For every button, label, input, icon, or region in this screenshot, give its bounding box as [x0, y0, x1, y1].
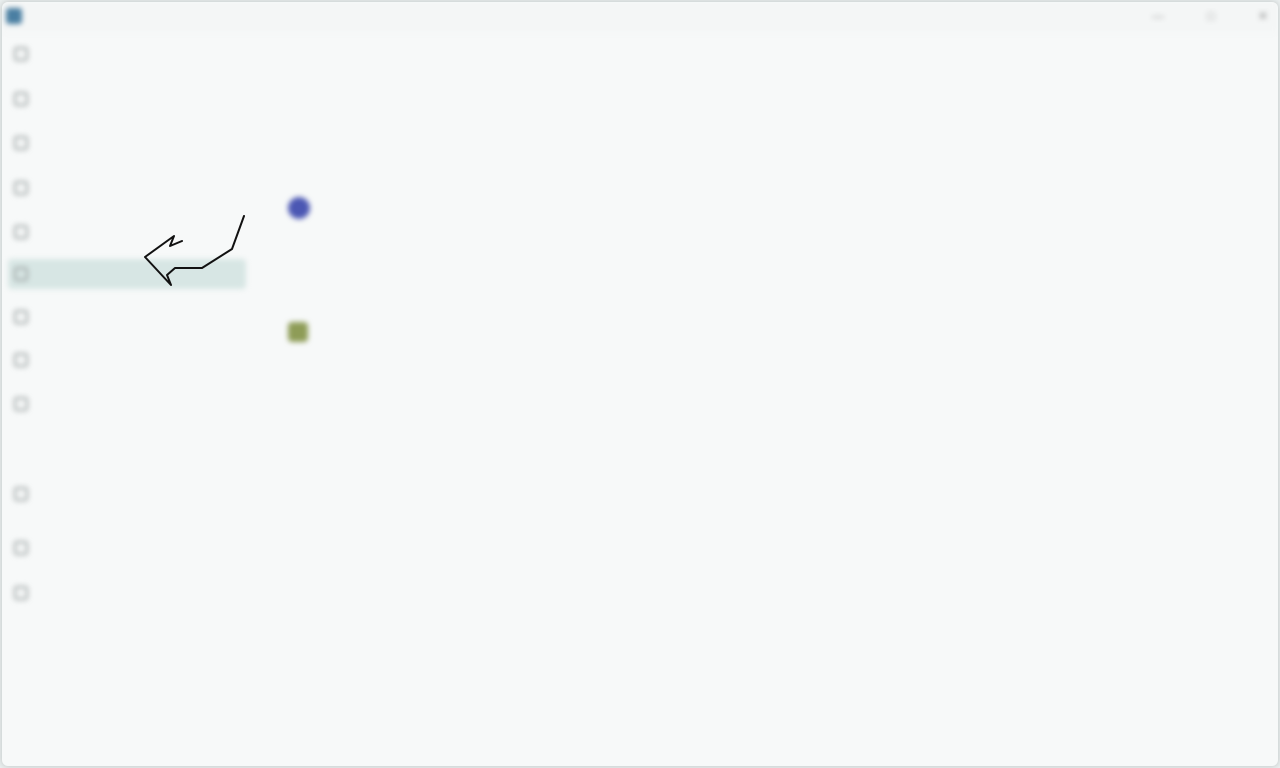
arrow-annotation-icon — [144, 215, 245, 286]
arrow-annotation-path — [144, 215, 245, 286]
